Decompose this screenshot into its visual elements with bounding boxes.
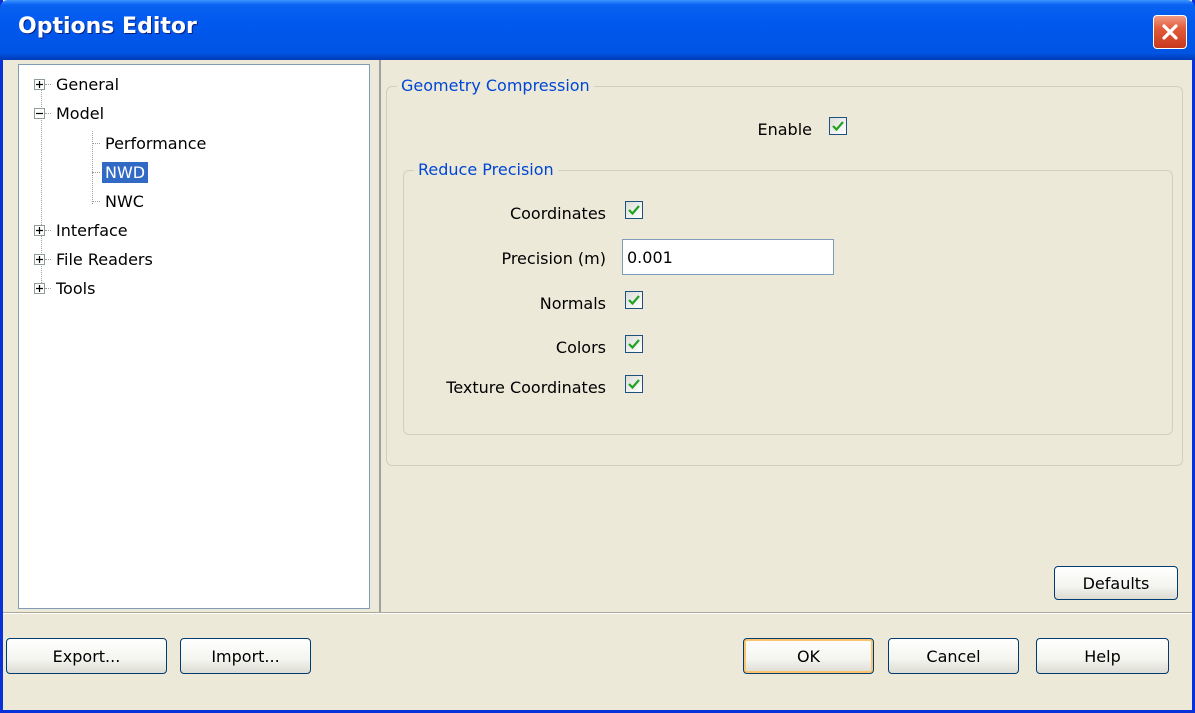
- checkmark-icon: [628, 379, 640, 390]
- close-icon: [1162, 24, 1178, 40]
- reduce-precision-legend: Reduce Precision: [414, 160, 558, 179]
- options-editor-window: Options Editor General Model Performance…: [0, 0, 1195, 713]
- title-bar[interactable]: Options Editor: [0, 0, 1195, 60]
- tree-item-interface[interactable]: Interface: [34, 217, 131, 243]
- cancel-button[interactable]: Cancel: [888, 638, 1019, 674]
- tree-item-label: Performance: [105, 133, 207, 153]
- checkmark-icon: [628, 205, 640, 216]
- tree-item-label: File Readers: [56, 249, 153, 269]
- close-button[interactable]: [1153, 15, 1187, 49]
- geometry-compression-legend: Geometry Compression: [397, 76, 594, 95]
- tree-item-label: General: [56, 74, 120, 94]
- colors-checkbox[interactable]: [625, 335, 643, 353]
- footer-separator: [3, 612, 1192, 614]
- checkmark-icon: [628, 295, 640, 306]
- tree-item-file-readers[interactable]: File Readers: [34, 246, 156, 272]
- tree-item-nwc[interactable]: NWC: [92, 188, 147, 214]
- ok-button[interactable]: OK: [743, 638, 874, 674]
- tree-item-label: NWD: [102, 161, 149, 183]
- colors-label: Colors: [555, 338, 606, 357]
- enable-checkbox[interactable]: [829, 117, 847, 135]
- defaults-button[interactable]: Defaults: [1054, 566, 1178, 600]
- options-tree[interactable]: General Model Performance NWD NWC Interf…: [18, 64, 370, 609]
- precision-label: Precision (m): [501, 249, 606, 268]
- coordinates-checkbox[interactable]: [625, 201, 643, 219]
- tree-item-label: Tools: [56, 278, 96, 298]
- expand-icon[interactable]: [34, 224, 45, 236]
- tree-item-label: Model: [56, 103, 105, 123]
- enable-label: Enable: [757, 120, 813, 139]
- tree-item-performance[interactable]: Performance: [92, 130, 209, 156]
- tree-item-label: Interface: [56, 220, 128, 240]
- tree-item-label: NWC: [105, 191, 144, 211]
- normals-label: Normals: [539, 294, 606, 313]
- tree-item-tools[interactable]: Tools: [34, 275, 98, 301]
- texture-coordinates-checkbox[interactable]: [625, 375, 643, 393]
- checkmark-icon: [628, 339, 640, 350]
- expand-icon[interactable]: [34, 253, 45, 265]
- normals-checkbox[interactable]: [625, 291, 643, 309]
- export-button[interactable]: Export...: [6, 638, 167, 674]
- expand-icon[interactable]: [34, 282, 45, 294]
- texture-coordinates-label: Texture Coordinates: [446, 378, 606, 397]
- precision-input[interactable]: [622, 239, 834, 275]
- tree-item-general[interactable]: General: [34, 71, 122, 97]
- expand-icon[interactable]: [34, 78, 45, 90]
- window-title: Options Editor: [18, 14, 197, 39]
- tree-item-model[interactable]: Model: [34, 100, 107, 126]
- help-button[interactable]: Help: [1036, 638, 1169, 674]
- tree-item-nwd[interactable]: NWD: [92, 159, 149, 185]
- collapse-icon[interactable]: [34, 107, 45, 119]
- coordinates-label: Coordinates: [509, 204, 606, 223]
- import-button[interactable]: Import...: [180, 638, 311, 674]
- panel-splitter[interactable]: [375, 60, 381, 612]
- checkmark-icon: [832, 121, 844, 132]
